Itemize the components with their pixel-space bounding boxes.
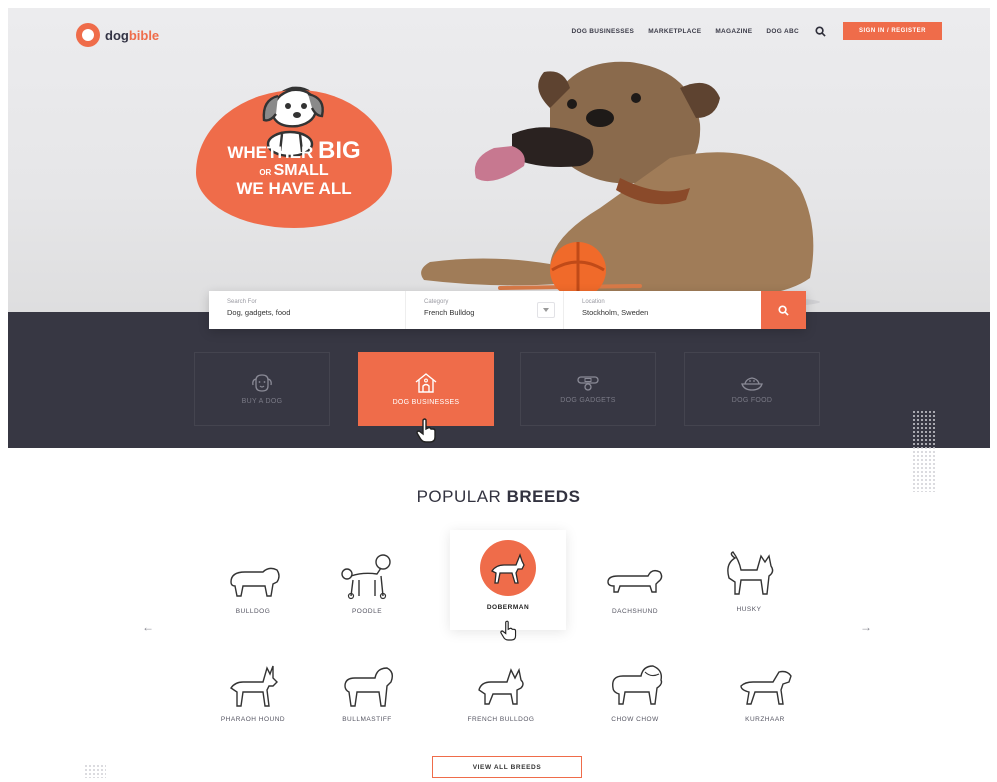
breed-french-bulldog[interactable]: FRENCH BULLDOG (446, 664, 556, 723)
main-nav: DOG BUSINESSES MARKETPLACE MAGAZINE DOG … (571, 22, 942, 40)
collar-icon (577, 375, 599, 391)
category-label: BUY A DOG (241, 397, 283, 405)
next-arrow[interactable]: → (860, 620, 872, 634)
slogan-small: SMALL (273, 162, 329, 180)
slogan-or: OR (259, 168, 274, 178)
search-for-value[interactable]: Dog, gadgets, food (227, 308, 405, 317)
search-icon[interactable] (813, 23, 829, 39)
chevron-down-icon (543, 308, 549, 312)
nav-magazine[interactable]: MAGAZINE (715, 28, 752, 35)
breed-pharaoh-hound[interactable]: PHARAOH HOUND (198, 662, 308, 723)
sign-in-register-button[interactable]: SIGN IN / REGISTER (842, 22, 942, 40)
search-bar: Search For Dog, gadgets, food Category F… (209, 291, 806, 329)
breed-name: KURZHAAR (745, 716, 785, 723)
doberman-icon (491, 553, 525, 584)
doberman-highlight (480, 540, 536, 596)
dog-house-icon (415, 372, 437, 393)
breed-chow-chow[interactable]: CHOW CHOW (580, 662, 690, 723)
breed-husky[interactable]: HUSKY (694, 548, 804, 613)
breed-bulldog[interactable]: BULLDOG (198, 560, 308, 615)
dog-face-icon (252, 373, 272, 392)
breed-name: PHARAOH HOUND (220, 716, 286, 723)
category-label: DOG GADGETS (560, 396, 616, 404)
slogan-line1: WHETHER (227, 143, 318, 162)
hero-banner: dogbible DOG BUSINESSES MARKETPLACE MAGA… (8, 8, 990, 312)
slogan-big: BIG (318, 137, 361, 164)
nav-marketplace[interactable]: MARKETPLACE (648, 28, 701, 35)
category-dog-gadgets[interactable]: DOG GADGETS (520, 352, 656, 426)
french-bulldog-icon (478, 667, 524, 705)
breed-poodle[interactable]: POODLE (312, 552, 422, 615)
category-dropdown-button[interactable] (537, 302, 555, 318)
dot-pattern-decoration (84, 764, 106, 778)
view-all-breeds-button[interactable]: VIEW ALL BREEDS (432, 756, 582, 778)
category-band (8, 312, 990, 448)
bulldog-icon (230, 567, 280, 597)
location-field[interactable]: Location Stockholm, Sweden (563, 291, 761, 329)
slogan-line3: WE HAVE ALL (236, 178, 352, 198)
category-buy-a-dog[interactable]: BUY A DOG (194, 352, 330, 426)
husky-icon (727, 551, 774, 595)
dot-pattern-decoration (912, 410, 936, 492)
pharaoh-hound-icon (230, 665, 278, 707)
breed-name: CHOW CHOW (611, 716, 659, 723)
bullmastiff-icon (344, 667, 394, 707)
breed-dachshund[interactable]: DACHSHUND (580, 562, 690, 615)
logo-mark-icon (76, 23, 100, 47)
breed-doberman-featured[interactable]: DOBERMAN (450, 530, 566, 630)
prev-arrow[interactable]: ← (142, 620, 154, 634)
nav-dog-businesses[interactable]: DOG BUSINESSES (571, 28, 634, 35)
poodle-icon (341, 554, 391, 600)
logo-text-bible: bible (128, 27, 160, 43)
hand-cursor-icon (416, 418, 436, 443)
kurzhaar-icon (740, 670, 792, 705)
breed-name: HUSKY (736, 606, 762, 613)
breed-name: BULLDOG (235, 608, 271, 615)
food-bowl-icon (741, 376, 763, 391)
breed-bullmastiff[interactable]: BULLMASTIFF (312, 662, 422, 723)
location-value[interactable]: Stockholm, Sweden (582, 308, 761, 317)
category-label: DOG BUSINESSES (392, 398, 460, 406)
search-for-label: Search For (227, 299, 257, 305)
dachshund-icon (607, 569, 663, 593)
chow-chow-icon (612, 665, 663, 705)
logo-text-dog: dog (105, 27, 129, 43)
popular-breeds-title: POPULAR BREEDS (416, 487, 581, 506)
hand-cursor-icon (500, 620, 517, 641)
nav-dog-abc[interactable]: DOG ABC (766, 28, 799, 35)
search-icon (778, 304, 789, 316)
slogan-text: WHETHER BIG OR SMALL WE HAVE ALL (196, 138, 392, 198)
breed-name: DOBERMAN (486, 604, 530, 611)
category-label: DOG FOOD (731, 396, 773, 404)
breed-name: BULLMASTIFF (342, 716, 392, 723)
breed-kurzhaar[interactable]: KURZHAAR (710, 664, 820, 723)
hero-bulldog-image (420, 61, 820, 310)
location-label: Location (582, 299, 605, 305)
site-logo[interactable]: dogbible (76, 23, 159, 47)
breed-name: DACHSHUND (611, 608, 659, 615)
category-dog-food[interactable]: DOG FOOD (684, 352, 820, 426)
breed-name: FRENCH BULLDOG (467, 716, 535, 723)
search-submit-button[interactable] (761, 291, 806, 329)
breed-name: POODLE (351, 608, 383, 615)
category-dog-businesses[interactable]: DOG BUSINESSES (358, 352, 494, 426)
search-for-field[interactable]: Search For Dog, gadgets, food (209, 291, 405, 329)
